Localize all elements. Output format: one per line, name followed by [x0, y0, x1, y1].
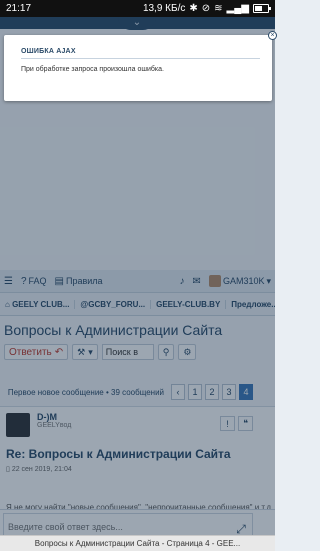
ajax-error-dialog: × ОШИБКА AJAX При обработке запроса прои…: [4, 31, 277, 101]
signal-icon: ▂▄▆: [226, 3, 249, 14]
mute-icon: ⊘: [201, 3, 211, 14]
dialog-title: ОШИБКА AJAX: [21, 48, 76, 55]
browser-tab-title[interactable]: Вопросы к Администрации Сайта - Страница…: [0, 535, 275, 551]
battery-level: [255, 6, 262, 11]
dialog-divider: [21, 58, 260, 59]
status-time: 21:17: [6, 3, 32, 14]
bluetooth-icon: ✱: [189, 3, 198, 14]
network-speed: 13,9 КБ/с: [142, 3, 186, 14]
dialog-message: При обработке запроса произошла ошибка.: [21, 66, 164, 73]
close-button[interactable]: ×: [268, 31, 277, 40]
close-icon: ×: [270, 32, 275, 39]
status-icons: 13,9 КБ/с ✱ ⊘ ≋ ▂▄▆: [142, 3, 271, 14]
battery-icon: [253, 4, 271, 13]
status-bar: 21:17 13,9 КБ/с ✱ ⊘ ≋ ▂▄▆: [0, 0, 275, 17]
wifi-icon: ≋: [214, 3, 223, 14]
